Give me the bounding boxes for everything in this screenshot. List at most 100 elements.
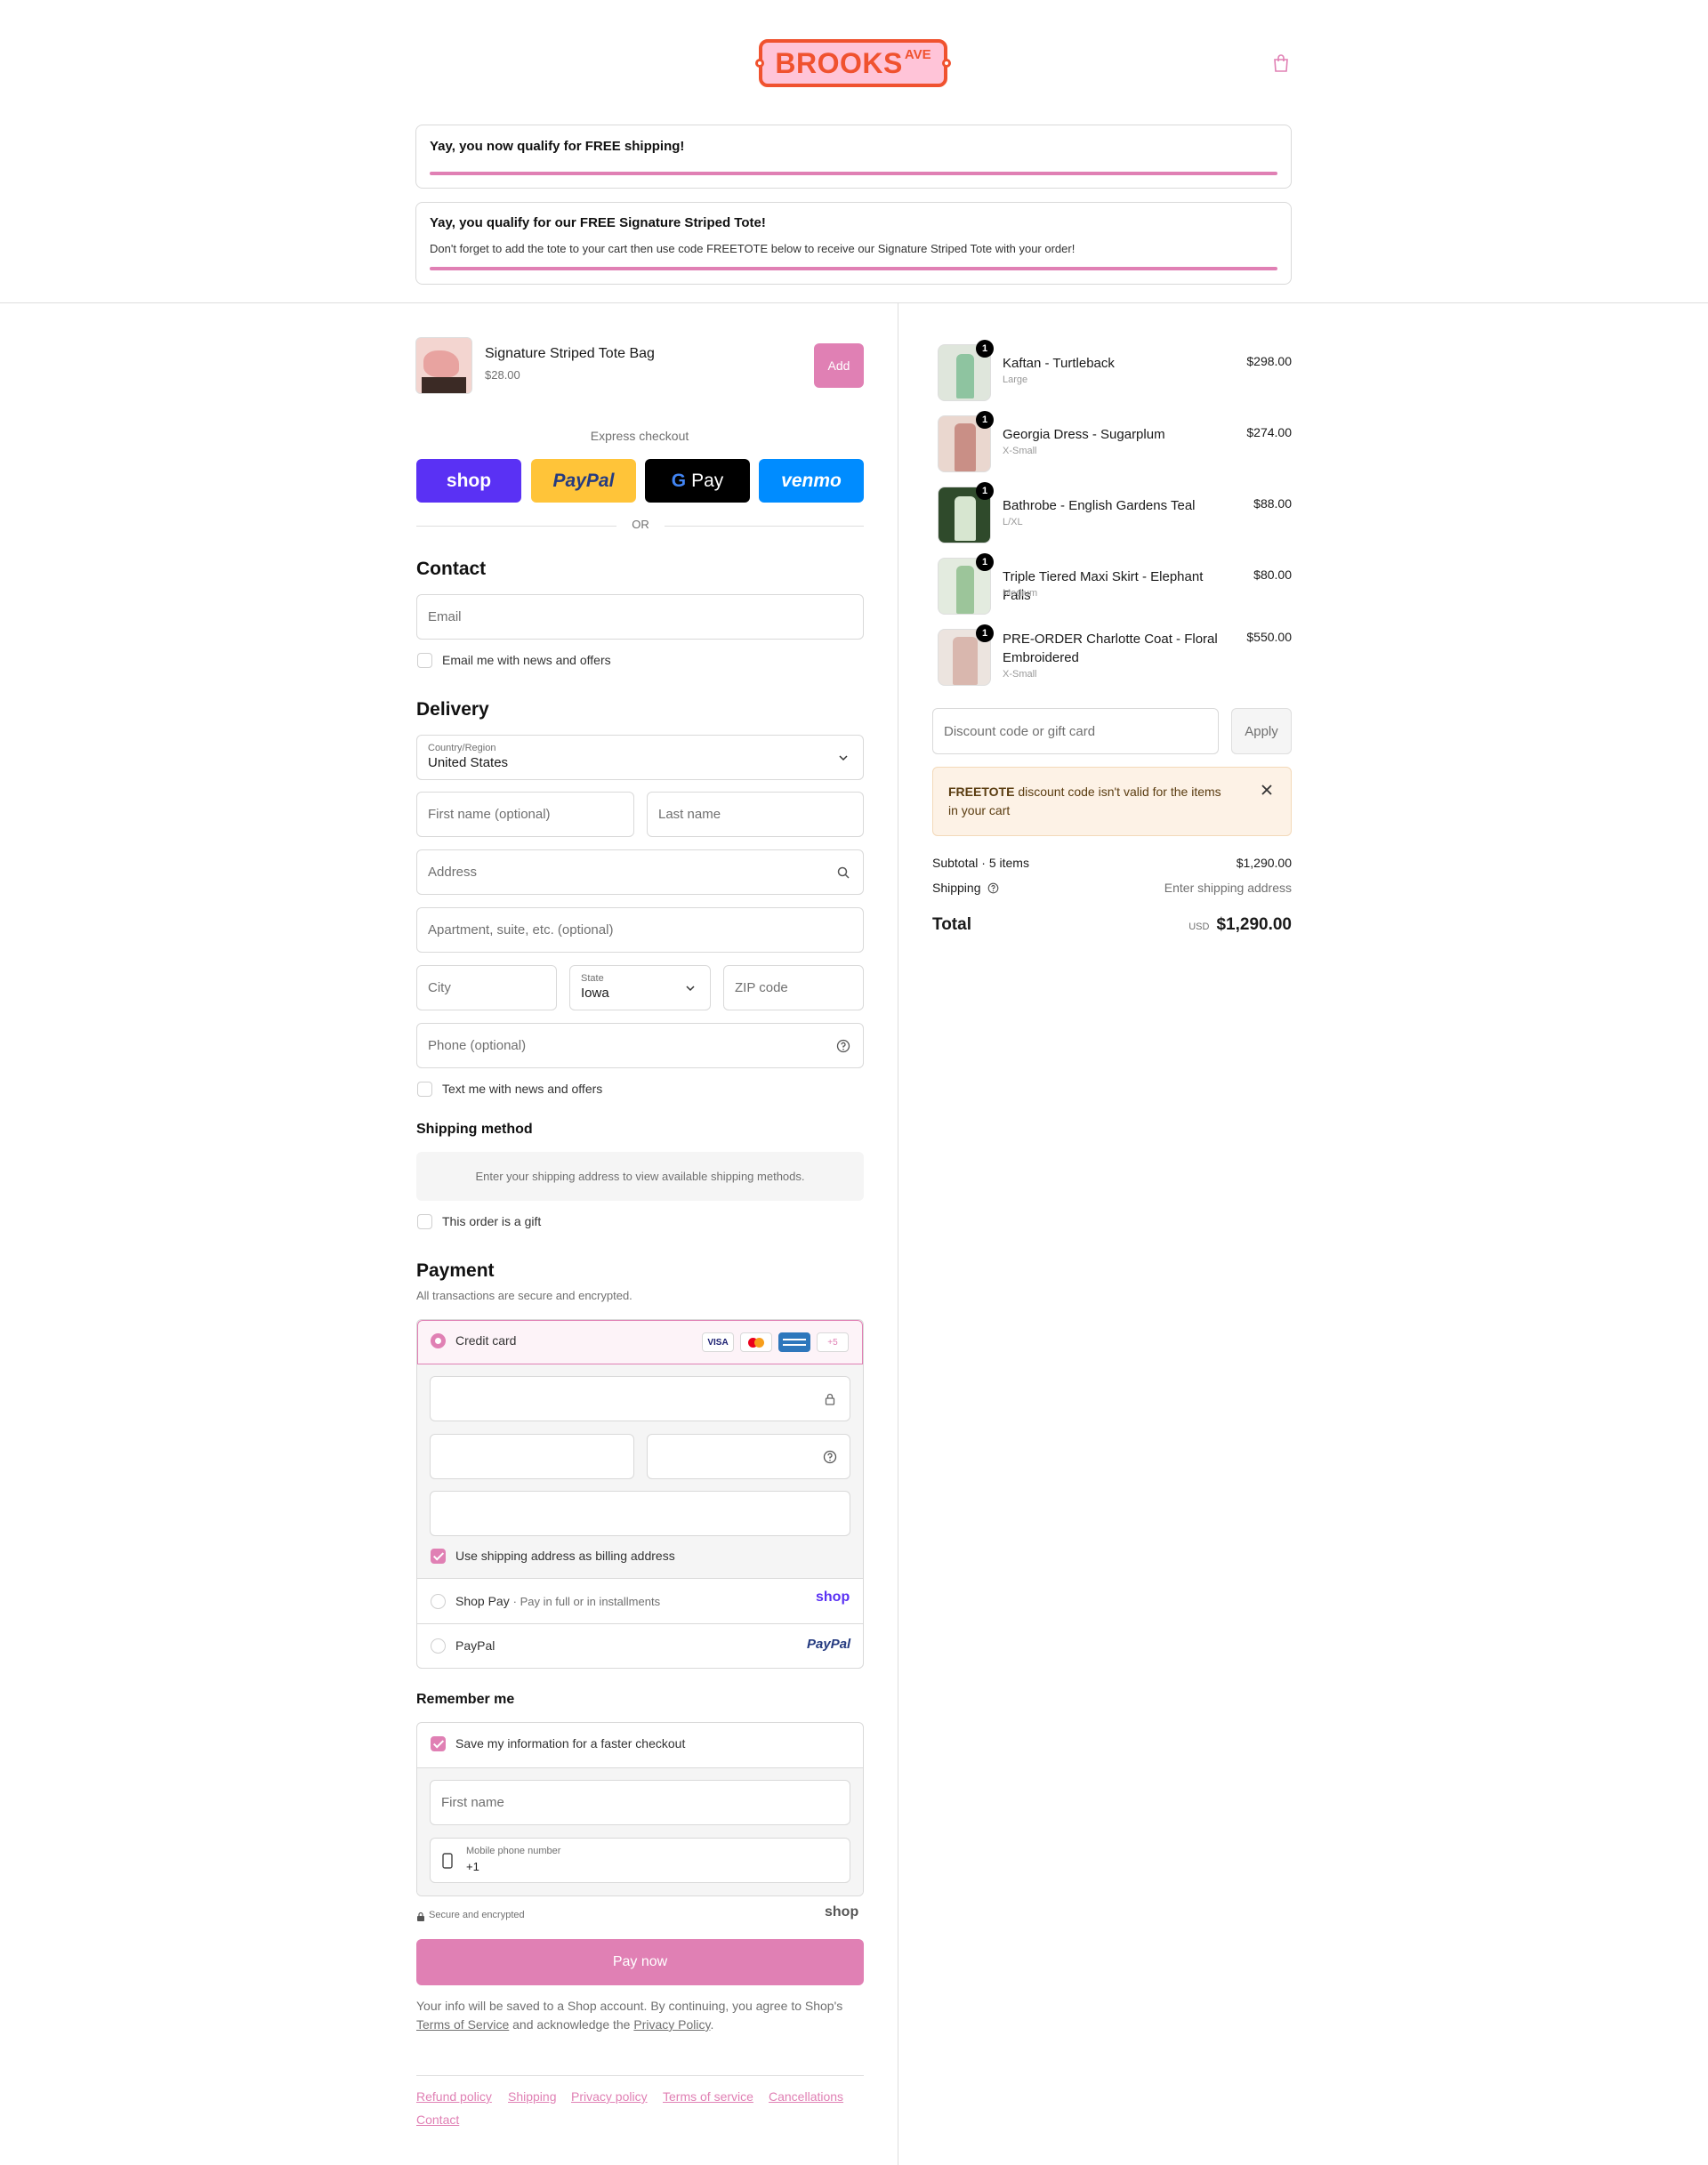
zip-input[interactable]: ZIP code [723, 965, 864, 1010]
phone-placeholder: Phone (optional) [428, 1038, 527, 1053]
last-name-input[interactable]: Last name [647, 792, 864, 837]
subtotal-value: $1,290.00 [1236, 856, 1292, 870]
legal-mid: and acknowledge the [512, 2017, 631, 2032]
venmo-button[interactable]: venmo [759, 459, 864, 503]
free-shipping-banner: Yay, you now qualify for FREE shipping! [415, 125, 1292, 189]
contact-title: Contact [416, 559, 487, 579]
card-expiry-input[interactable] [430, 1434, 634, 1479]
footer-link-label: Cancellations [769, 2089, 844, 2104]
total-value: $1,290.00 [1216, 915, 1292, 934]
total-currency: USD [1188, 922, 1210, 932]
footer-link-refund[interactable]: Refund policy [416, 2089, 492, 2104]
chevron-down-icon [839, 755, 848, 761]
email-input[interactable]: Email [416, 594, 864, 640]
discount-code-input[interactable]: Discount code or gift card [932, 708, 1219, 754]
add-tote-button[interactable]: Add [814, 343, 864, 388]
shipping-method-message: Enter your shipping address to view avai… [416, 1152, 864, 1201]
footer-link-privacy[interactable]: Privacy policy [571, 2089, 648, 2104]
brooks-ave-logo[interactable]: BROOKS AVE [755, 39, 951, 87]
google-pay-button[interactable]: G Pay [645, 459, 750, 503]
payment-title: Payment [416, 1260, 495, 1281]
mobile-phone-input[interactable]: Mobile phone number +1 [430, 1838, 850, 1883]
free-tote-description: Don't forget to add the tote to your car… [430, 242, 1076, 255]
secure-encrypted-text: Secure and encrypted [429, 1910, 525, 1920]
mastercard-icon [740, 1332, 772, 1352]
google-g-icon: G [671, 470, 687, 491]
item-price: $274.00 [1246, 425, 1292, 439]
discount-error-message: FREETOTE discount code isn't valid for t… [948, 783, 1233, 820]
item-name: PRE-ORDER Charlotte Coat - Floral Embroi… [1003, 632, 1218, 665]
shop-pay-label: Shop Pay [455, 1594, 510, 1608]
footer-link-label: Refund policy [416, 2089, 492, 2104]
shop-pay-option-label: Shop Pay · Pay in full or in installment… [455, 1594, 660, 1608]
shipping-value: Enter shipping address [1164, 881, 1292, 895]
billing-address-checkbox[interactable] [431, 1549, 446, 1564]
search-icon [837, 866, 850, 879]
footer-link-contact[interactable]: Contact [416, 2113, 459, 2127]
footer-link-label: Contact [416, 2113, 460, 2127]
footer-link-shipping[interactable]: Shipping [508, 2089, 557, 2104]
footer-link-cancellations[interactable]: Cancellations [769, 2089, 843, 2104]
upsell-name: Signature Striped Tote Bag [485, 346, 655, 361]
item-price: $298.00 [1246, 354, 1292, 368]
legal-line1: Your info will be saved to a Shop accoun… [416, 1999, 843, 2013]
paypal-button[interactable]: PayPal [531, 459, 636, 503]
country-label: Country/Region [428, 743, 496, 753]
shopping-bag-icon[interactable] [1272, 53, 1290, 73]
credit-card-radio[interactable] [431, 1333, 446, 1348]
footer-divider [416, 2075, 864, 2076]
state-select[interactable]: State Iowa [569, 965, 711, 1010]
item-variant: Large [1003, 374, 1028, 385]
phone-input[interactable]: Phone (optional) [416, 1023, 864, 1068]
privacy-policy-link[interactable]: Privacy Policy [633, 2017, 710, 2032]
mobile-phone-icon [442, 1853, 453, 1869]
help-circle-icon[interactable] [987, 882, 999, 894]
item-name: Kaftan - Turtleback [1003, 356, 1115, 371]
billing-address-label: Use shipping address as billing address [455, 1549, 675, 1563]
terms-of-service-link[interactable]: Terms of Service [416, 2017, 509, 2032]
total-group: USD $1,290.00 [1188, 915, 1292, 935]
shop-pay-separator: · [512, 1595, 520, 1608]
or-divider-right [665, 526, 864, 527]
shop-pay-button[interactable]: shop [416, 459, 521, 503]
address-input[interactable]: Address [416, 849, 864, 895]
shop-pay-radio[interactable] [431, 1594, 446, 1609]
paypal-radio[interactable] [431, 1638, 446, 1654]
delivery-title: Delivery [416, 699, 489, 720]
name-on-card-input[interactable] [430, 1491, 850, 1536]
pay-now-button[interactable]: Pay now [416, 1939, 864, 1985]
text-news-checkbox[interactable] [417, 1082, 432, 1097]
paypal-logo: PayPal [807, 1637, 851, 1652]
free-shipping-title: Yay, you now qualify for FREE shipping! [430, 139, 685, 154]
chevron-down-icon [686, 986, 695, 992]
email-news-checkbox[interactable] [417, 653, 432, 668]
google-pay-label: Pay [691, 470, 724, 491]
item-price: $550.00 [1246, 630, 1292, 644]
save-info-label: Save my information for a faster checkou… [455, 1736, 686, 1751]
help-circle-icon[interactable] [836, 1039, 850, 1053]
free-tote-banner: Yay, you qualify for our FREE Signature … [415, 202, 1292, 285]
shop-pay-subtitle: Pay in full or in installments [520, 1595, 661, 1608]
gift-checkbox[interactable] [417, 1214, 432, 1229]
save-info-checkbox[interactable] [431, 1736, 446, 1751]
state-value: Iowa [581, 986, 609, 1001]
remember-first-name-input[interactable]: First name [430, 1780, 850, 1825]
apply-discount-button[interactable]: Apply [1231, 708, 1292, 754]
apartment-input[interactable]: Apartment, suite, etc. (optional) [416, 907, 864, 953]
first-name-input[interactable]: First name (optional) [416, 792, 634, 837]
help-circle-icon[interactable] [823, 1450, 837, 1464]
total-label: Total [932, 915, 971, 934]
close-icon[interactable] [1261, 784, 1273, 796]
or-divider-text: OR [632, 518, 649, 531]
credit-card-label: Credit card [455, 1333, 517, 1348]
visa-icon: VISA [702, 1332, 734, 1352]
card-security-code-input[interactable] [647, 1434, 850, 1479]
payment-subtitle: All transactions are secure and encrypte… [416, 1289, 632, 1302]
state-label: State [581, 973, 604, 984]
city-input[interactable]: City [416, 965, 557, 1010]
footer-link-terms[interactable]: Terms of service [663, 2089, 753, 2104]
item-variant: Medium [1003, 588, 1038, 599]
card-number-input[interactable] [430, 1376, 850, 1421]
item-variant: L/XL [1003, 517, 1023, 527]
country-select[interactable]: Country/Region United States [416, 735, 864, 780]
